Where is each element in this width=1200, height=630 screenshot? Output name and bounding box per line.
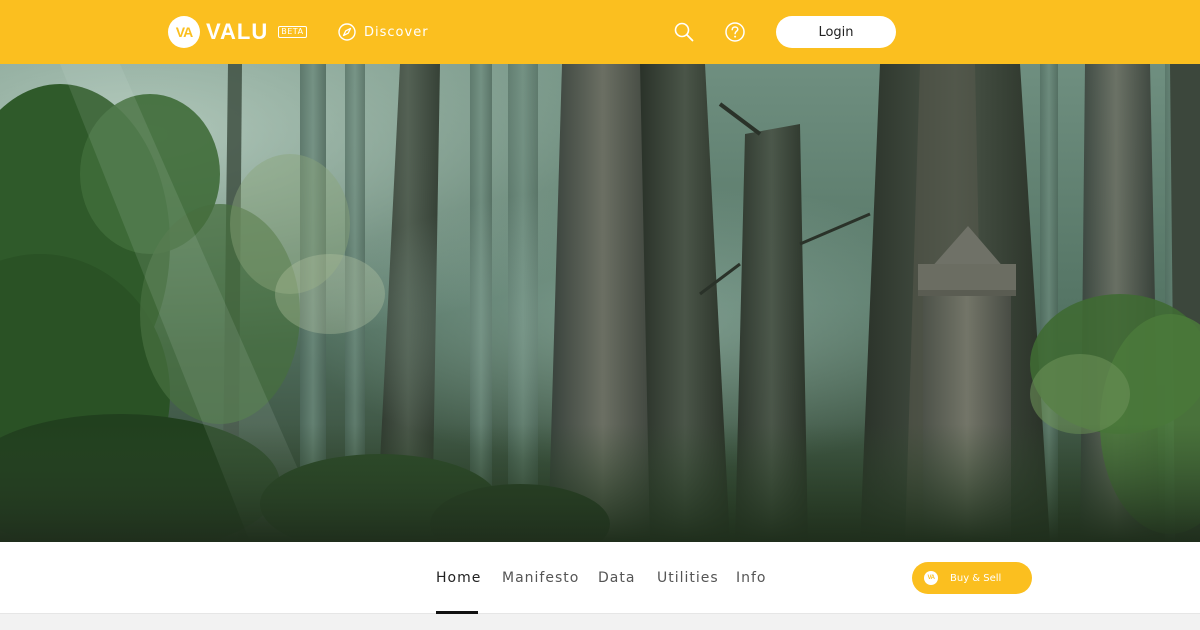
logo-text: VALU <box>206 19 269 44</box>
help-button[interactable] <box>723 20 747 44</box>
buy-sell-label: Buy & Sell <box>950 572 1002 584</box>
content-area-top <box>0 614 1200 630</box>
login-button[interactable]: Login <box>776 16 896 48</box>
tab-home[interactable]: Home <box>436 542 480 614</box>
search-button[interactable] <box>672 20 696 44</box>
top-navigation-bar: VA VALU BETA Discover Login <box>0 0 1200 64</box>
valu-logo-mark: VA <box>168 16 200 48</box>
profile-tab-bar: Home Manifesto Data Utilities Info VA Bu… <box>0 542 1200 614</box>
tab-utilities[interactable]: Utilities <box>657 542 719 614</box>
beta-badge: BETA <box>278 26 307 38</box>
discover-link[interactable]: Discover <box>338 21 429 43</box>
buy-sell-button[interactable]: VA Buy & Sell <box>912 562 1032 594</box>
tab-manifesto[interactable]: Manifesto <box>502 542 579 614</box>
compass-icon <box>338 23 356 41</box>
hero-banner-image <box>0 64 1200 542</box>
valu-logo[interactable]: VA VALU BETA <box>168 16 307 48</box>
tab-data[interactable]: Data <box>598 542 635 614</box>
valu-coin-icon: VA <box>924 571 938 585</box>
forest-illustration <box>0 64 1200 542</box>
help-circle-icon <box>725 22 745 42</box>
tab-info[interactable]: Info <box>736 542 767 614</box>
discover-label: Discover <box>364 24 429 40</box>
search-icon <box>674 22 694 42</box>
buy-sell-mark-text: VA <box>927 575 935 581</box>
logo-mark-text: VA <box>175 24 193 40</box>
